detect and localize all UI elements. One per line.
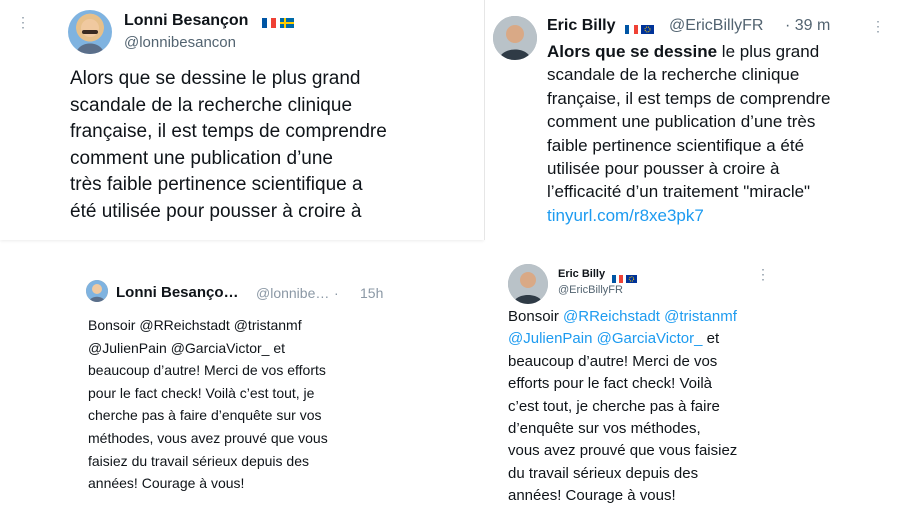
avatar[interactable] (68, 10, 112, 54)
mention-tristanmf[interactable]: @tristanmf (664, 308, 737, 325)
tweet-time[interactable]: · 39 m (785, 17, 830, 35)
author-name[interactable]: Lonni Besanço… (116, 284, 239, 301)
tweet-text: Bonsoir @RReichstadt @tristanmf @JulienP… (508, 306, 788, 506)
author-name[interactable]: Eric Billy (558, 268, 605, 280)
mention-garciavictor[interactable]: @GarciaVictor_ (597, 330, 703, 347)
tweet-card-lonni-top: ⋮ Lonni Besançon @lonnibesancon Alors qu… (0, 0, 484, 240)
author-handle[interactable]: @EricBillyFR (558, 284, 623, 296)
author-handle[interactable]: @EricBillyFR (669, 17, 763, 35)
tweet-text: Bonsoir @RReichstadt @tristanmf @JulienP… (88, 317, 328, 492)
tweet-card-eric-bottom: Eric Billy @EricBillyFR ⋮ Bonsoir @RReic… (500, 258, 790, 506)
tweet-separator: · (334, 285, 339, 301)
tweet-text-rest: le plus grand scandale de la recherche c… (547, 42, 831, 202)
avatar-face-icon (86, 280, 108, 302)
after-mentions-text: et (702, 330, 720, 348)
author-name[interactable]: Eric Billy (547, 17, 615, 35)
avatar[interactable] (508, 264, 548, 304)
avatar-face-icon (508, 264, 548, 304)
author-handle[interactable]: @lonnibesancon (124, 34, 236, 51)
sweden-flag-icon (280, 15, 294, 33)
tweet-link[interactable]: tinyurl.com/r8xe3pk7 (547, 206, 704, 226)
avatar[interactable] (86, 280, 108, 302)
more-icon[interactable]: ⋮ (871, 18, 886, 35)
avatar-face-icon (76, 19, 104, 54)
more-icon[interactable]: ⋮ (16, 14, 31, 31)
tweet-text: Alors que se dessine le plus grand scand… (70, 68, 387, 222)
mention-rreichstadt[interactable]: @RReichstadt (563, 308, 660, 325)
eu-flag-icon (626, 270, 637, 288)
tweet-text-rest: beaucoup d’autre! Merci de vos efforts p… (508, 352, 738, 505)
tweet-card-lonni-bottom: Lonni Besanço… @lonnibe… · 15h Bonsoir @… (70, 270, 470, 506)
more-icon[interactable]: ⋮ (756, 266, 771, 283)
mention-julienpain[interactable]: @JulienPain (508, 330, 592, 347)
author-handle[interactable]: @lonnibe… (256, 285, 329, 301)
tweet-card-eric-top: Eric Billy @EricBillyFR · 39 m ⋮ Alors q… (484, 0, 900, 240)
eu-flag-icon (641, 21, 654, 39)
france-flag-icon (262, 15, 276, 33)
tweet-time[interactable]: 15h (360, 285, 383, 301)
tweet-text: Alors que se dessine le plus grand scand… (547, 40, 897, 204)
tweet-text-bold: Alors que se dessine (547, 42, 718, 61)
avatar-face-icon (493, 16, 537, 60)
france-flag-icon (625, 21, 638, 39)
greeting-text: Bonsoir (508, 308, 564, 325)
avatar[interactable] (493, 16, 537, 60)
author-name[interactable]: Lonni Besançon (124, 12, 248, 30)
